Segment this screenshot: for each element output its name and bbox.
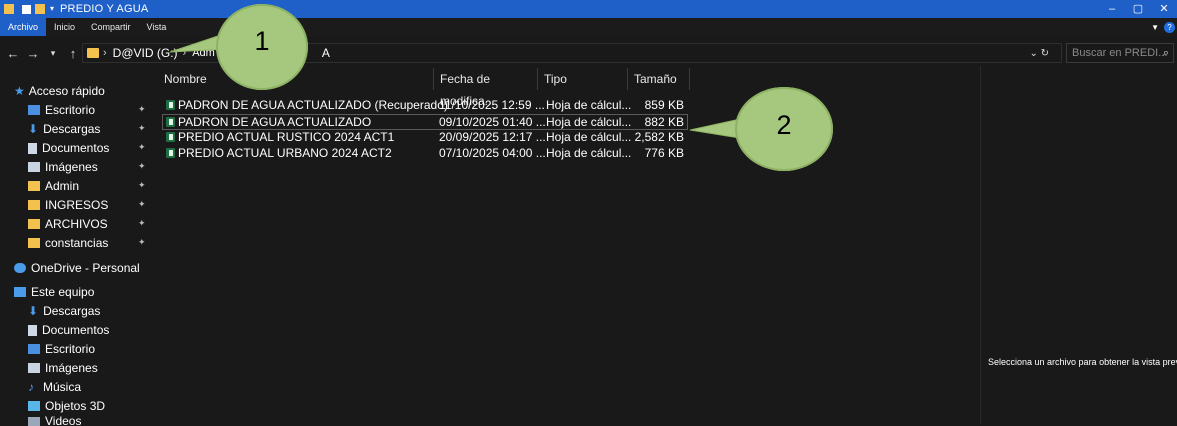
callout-2-number: 2 <box>776 110 792 140</box>
callout-2: 2 <box>735 87 833 171</box>
callout-1-number: 1 <box>254 26 270 56</box>
callout-pointers <box>169 31 753 141</box>
callout-1: 1 <box>216 4 308 90</box>
